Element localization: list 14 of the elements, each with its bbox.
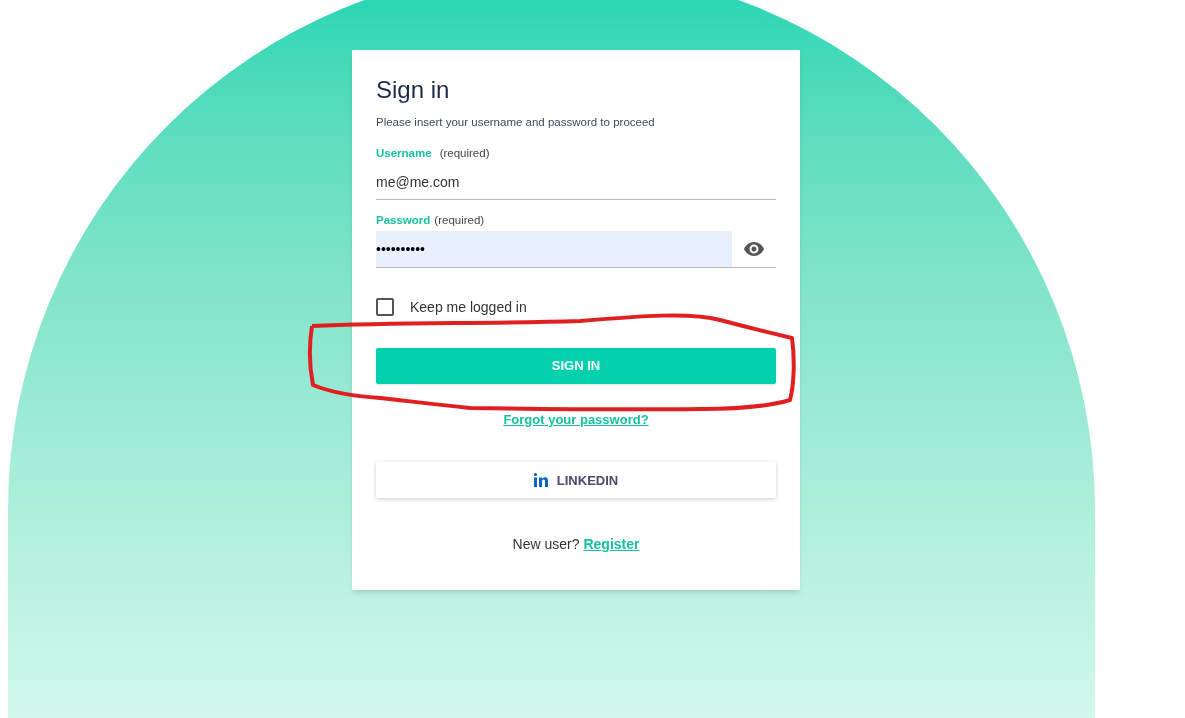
- show-password-icon[interactable]: [744, 241, 764, 256]
- password-field[interactable]: ••••••••••: [376, 230, 732, 267]
- card-subtitle: Please insert your username and password to proceed: [376, 115, 656, 130]
- required-hint: (required): [434, 212, 485, 228]
- card-title: Sign in: [376, 75, 451, 105]
- checkbox[interactable]: [376, 297, 394, 316]
- field-label: Password: [376, 212, 431, 228]
- linkedin-icon: [533, 473, 549, 488]
- username-field[interactable]: me@me.com: [376, 164, 776, 199]
- register-prompt: New user?: [512, 535, 580, 555]
- checkbox-label: Keep me logged in: [410, 298, 527, 315]
- required-hint: (required): [439, 146, 490, 162]
- linkedin-button[interactable]: LINKEDIN: [376, 462, 776, 499]
- field-label: Username: [376, 146, 432, 162]
